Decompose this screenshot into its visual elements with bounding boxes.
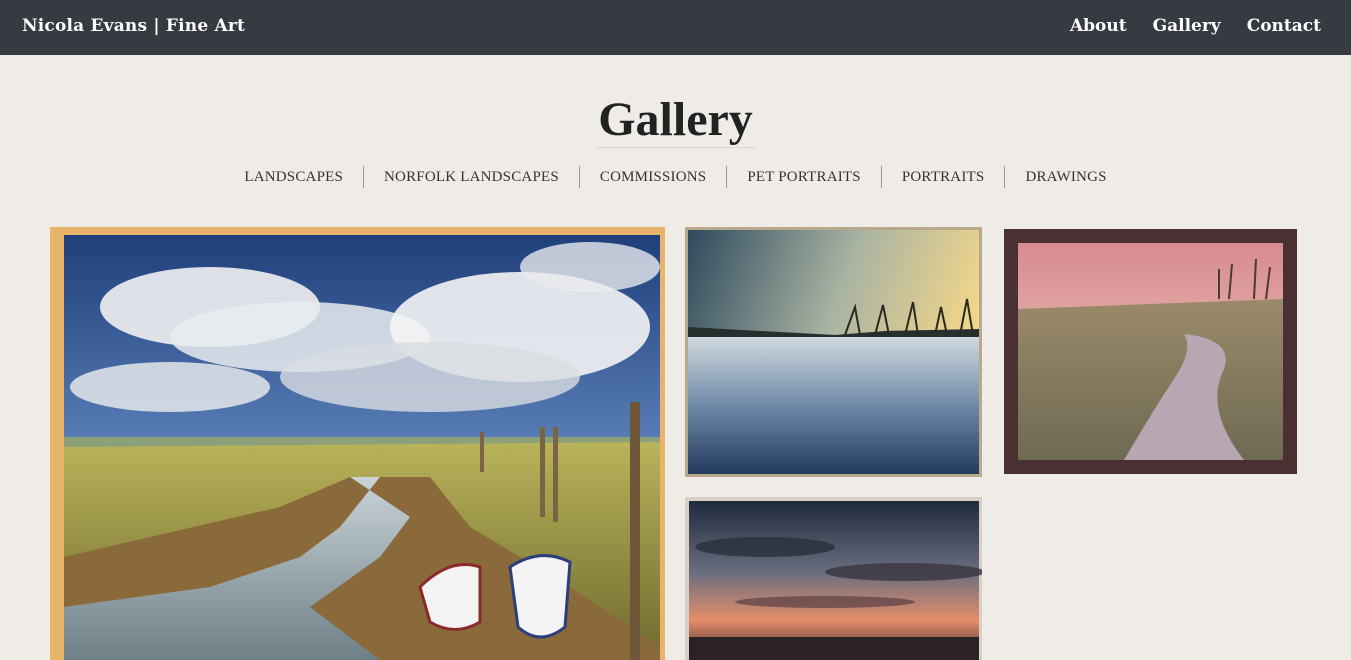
painting-marsh-path-image <box>50 227 665 660</box>
painting-framed-river-image <box>1004 229 1297 474</box>
category-drawings[interactable]: DRAWINGS <box>1005 166 1126 188</box>
category-filter: LANDSCAPES NORFOLK LANDSCAPES COMMISSION… <box>0 166 1351 188</box>
page-title: Gallery <box>0 92 1351 148</box>
gallery-item-marsh-path-with-boats[interactable] <box>50 227 665 660</box>
category-landscapes[interactable]: LANDSCAPES <box>224 166 363 188</box>
gallery-item-framed-river-path[interactable] <box>1004 229 1297 474</box>
brand-logo-link[interactable]: Nicola Evans | Fine Art <box>22 16 245 36</box>
painting-lake-reflection-image <box>685 227 982 477</box>
main-nav: About Gallery Contact <box>1070 16 1321 36</box>
category-commissions[interactable]: COMMISSIONS <box>580 166 726 188</box>
category-portraits[interactable]: PORTRAITS <box>882 166 1005 188</box>
category-pet-portraits[interactable]: PET PORTRAITS <box>727 166 881 188</box>
nav-gallery[interactable]: Gallery <box>1153 16 1221 36</box>
top-navbar: Nicola Evans | Fine Art About Gallery Co… <box>0 0 1351 55</box>
category-norfolk-landscapes[interactable]: NORFOLK LANDSCAPES <box>364 166 579 188</box>
gallery-item-sunset-sky[interactable] <box>685 497 982 660</box>
nav-contact[interactable]: Contact <box>1247 16 1321 36</box>
painting-sunset-sky-image <box>685 497 982 660</box>
nav-about[interactable]: About <box>1070 16 1127 36</box>
page-title-text: Gallery <box>596 93 755 148</box>
gallery-item-lake-reflection[interactable] <box>685 227 982 477</box>
